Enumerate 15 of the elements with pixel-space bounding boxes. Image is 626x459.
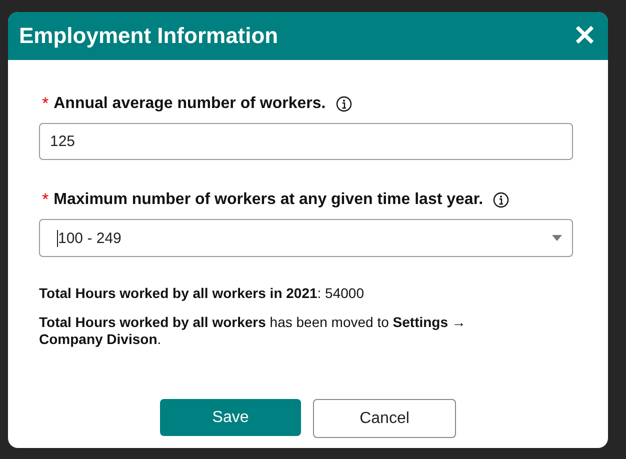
- field-label: Annual average number of workers.: [54, 95, 326, 113]
- close-button[interactable]: ✕: [573, 22, 596, 50]
- info-icon[interactable]: [336, 96, 352, 112]
- total-hours-text: Total Hours worked by all workers in 2021: 54000: [39, 285, 365, 301]
- required-mark: *: [42, 94, 49, 114]
- range-select[interactable]: 100 - 249: [39, 219, 573, 257]
- info-icon[interactable]: [493, 192, 510, 208]
- cancel-button[interactable]: Cancel: [313, 399, 456, 438]
- notice-text: Total Hours worked by all workers has been moved to Settings → Company Divison.: [39, 314, 467, 348]
- field-label: Maximum number of workers at any given time last year.: [54, 191, 484, 209]
- required-mark: *: [42, 190, 49, 210]
- number-input[interactable]: 125: [39, 123, 573, 160]
- save-button[interactable]: Save: [160, 399, 301, 436]
- dropdown-caret-icon: [552, 235, 562, 241]
- dialog-title: Employment Information: [19, 23, 278, 49]
